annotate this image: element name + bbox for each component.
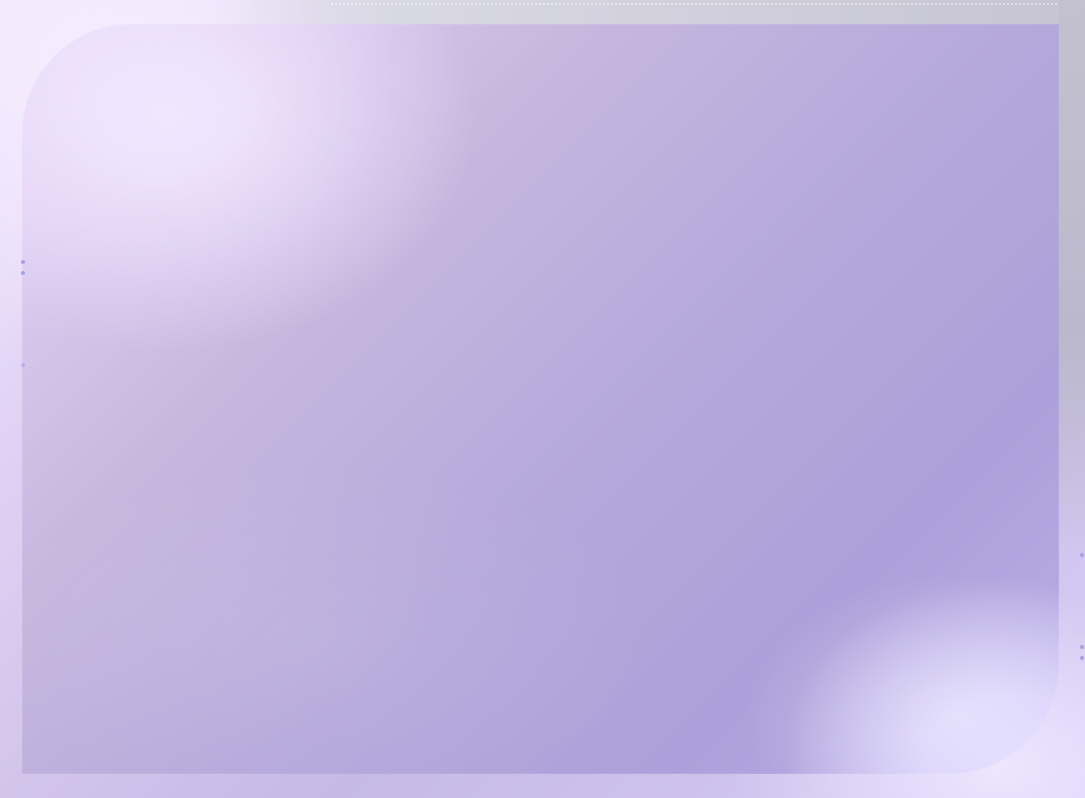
decorative-dot [21,363,25,367]
decorative-dot [21,271,25,275]
top-decorative-band [0,0,1085,24]
decorative-dot [21,260,25,264]
decorative-dot [1080,645,1084,649]
top-band-dot-pattern [330,3,1085,5]
decorative-dot [1080,656,1084,660]
slide-content-panel [22,24,1059,774]
slide-canvas [0,0,1085,798]
right-decorative-band [1059,0,1085,560]
decorative-dot [1080,553,1084,557]
